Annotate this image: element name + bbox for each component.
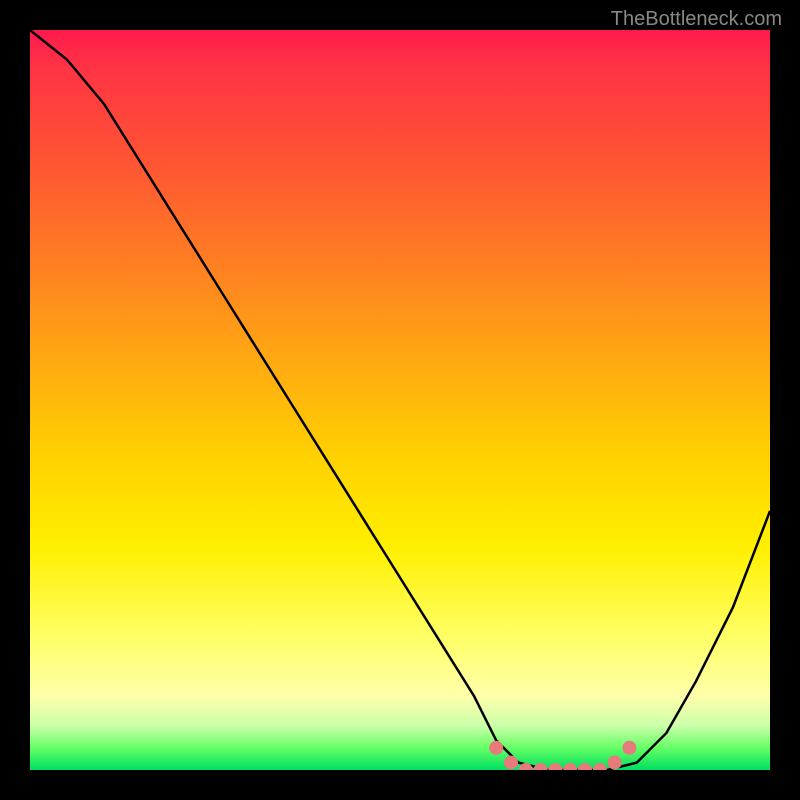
chart-svg [30,30,770,770]
marker-dot [622,741,636,755]
marker-dot [489,741,503,755]
marker-dot [548,763,562,770]
watermark-text: TheBottleneck.com [611,8,782,31]
marker-dot [578,763,592,770]
marker-dot [534,763,548,770]
chart-plot-area [30,30,770,770]
marker-dot [593,763,607,770]
marker-dot [608,756,622,770]
bottleneck-curve [30,30,770,770]
marker-dot [504,756,518,770]
marker-dot [563,763,577,770]
